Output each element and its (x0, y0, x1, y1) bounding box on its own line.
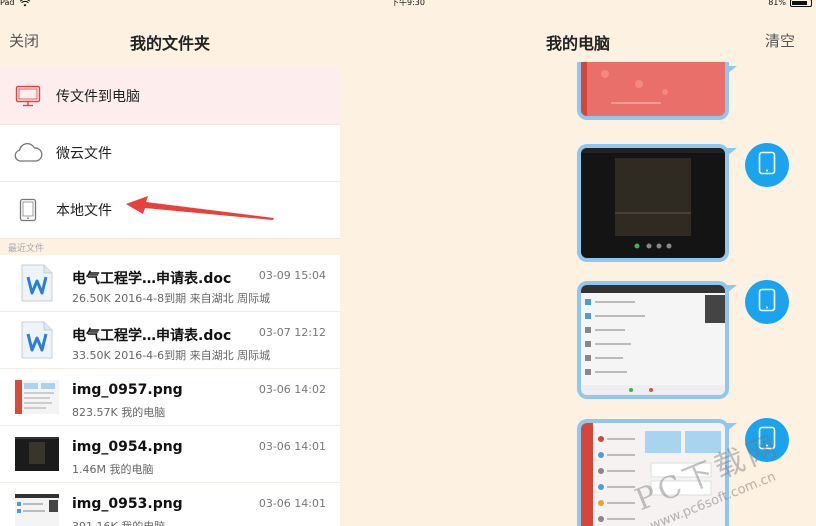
file-date: 03-09 15:04 (258, 269, 326, 282)
file-meta: 823.57K 我的电脑 (72, 405, 166, 419)
menu-item-send-to-pc[interactable]: 传文件到电脑 (0, 68, 340, 125)
image-message[interactable] (581, 62, 725, 116)
file-meta: 391.16K 我的电脑 (72, 519, 166, 526)
file-name: img_0953.png (72, 495, 183, 512)
battery-indicator: 81% (768, 0, 812, 8)
image-thumbnail (14, 491, 60, 526)
message-bubble[interactable] (577, 62, 737, 120)
clock: 下午9:30 (391, 0, 425, 7)
word-doc-icon (14, 263, 60, 303)
file-row[interactable]: img_0954.png 1.46M 我的电脑 03-06 14:01 (0, 426, 340, 483)
file-name: img_0954.png (72, 438, 183, 455)
folder-navbar: 关闭 我的文件夹 (0, 10, 340, 68)
tablet-icon (758, 288, 776, 316)
file-row[interactable]: img_0957.png 823.57K 我的电脑 03-06 14:02 (0, 369, 340, 426)
file-date: 03-06 14:02 (258, 383, 326, 396)
clear-button[interactable]: 清空 (765, 30, 795, 51)
file-meta: 26.50K 2016-4-8到期 来自湖北 周际城 (72, 291, 271, 305)
menu-item-weiyun[interactable]: 微云文件 (0, 125, 340, 182)
cloud-icon (0, 143, 56, 163)
file-meta: 1.46M 我的电脑 (72, 462, 154, 476)
image-thumbnail (14, 434, 60, 474)
word-doc-icon (14, 320, 60, 360)
folder-title: 我的文件夹 (129, 34, 210, 53)
my-computer-title: 我的电脑 (545, 34, 610, 53)
message-bubble[interactable] (577, 419, 737, 526)
menu-item-label: 微云文件 (56, 146, 112, 162)
message-bubble[interactable] (577, 144, 737, 262)
file-date: 03-06 14:01 (258, 440, 326, 453)
sender-avatar[interactable] (745, 280, 789, 324)
tablet-icon (758, 151, 776, 179)
file-date: 03-07 12:12 (258, 326, 326, 339)
menu-item-local-files[interactable]: 本地文件 (0, 182, 340, 239)
folder-menu: 传文件到电脑 微云文件 本地文件 (0, 68, 340, 239)
battery-icon (790, 0, 812, 7)
image-message[interactable] (581, 285, 725, 395)
tablet-icon (0, 198, 56, 222)
screenshot-preview (581, 62, 668, 116)
file-meta: 33.50K 2016-4-6到期 来自湖北 周际城 (72, 348, 271, 362)
sender-avatar[interactable] (745, 418, 789, 462)
message-bubble[interactable] (577, 281, 737, 399)
folder-panel: 关闭 我的文件夹 传文件到电脑 微云文件 本地文件 最近文件 电气工程学…申请表… (0, 10, 340, 526)
menu-item-label: 本地文件 (56, 203, 112, 219)
image-thumbnail (14, 377, 60, 417)
file-name: 电气工程学…申请表.doc (72, 327, 232, 344)
screenshot-preview (581, 423, 721, 526)
file-name: 电气工程学…申请表.doc (72, 270, 232, 287)
file-row[interactable]: 电气工程学…申请表.doc 33.50K 2016-4-6到期 来自湖北 周际城… (0, 312, 340, 369)
battery-percent: 81% (768, 0, 786, 7)
file-row[interactable]: img_0953.png 391.16K 我的电脑 03-06 14:01 (0, 483, 340, 526)
image-message[interactable] (581, 423, 725, 526)
file-date: 03-06 14:01 (258, 497, 326, 510)
screenshot-preview (581, 285, 725, 395)
recent-files-label: 最近文件 (8, 244, 45, 254)
file-name: img_0957.png (72, 381, 183, 398)
annotation-arrow (126, 196, 274, 220)
menu-item-label: 传文件到电脑 (56, 89, 140, 105)
my-computer-panel: 我的电脑 清空 (340, 10, 816, 526)
tablet-icon (758, 426, 776, 454)
sender-avatar[interactable] (745, 143, 789, 187)
monitor-icon (0, 85, 56, 107)
status-bar: Pad 下午9:30 81% (0, 0, 816, 10)
image-message[interactable] (581, 148, 725, 258)
screenshot-preview (581, 148, 725, 249)
recent-file-list: 电气工程学…申请表.doc 26.50K 2016-4-8到期 来自湖北 周际城… (0, 255, 340, 526)
file-row[interactable]: 电气工程学…申请表.doc 26.50K 2016-4-8到期 来自湖北 周际城… (0, 255, 340, 312)
